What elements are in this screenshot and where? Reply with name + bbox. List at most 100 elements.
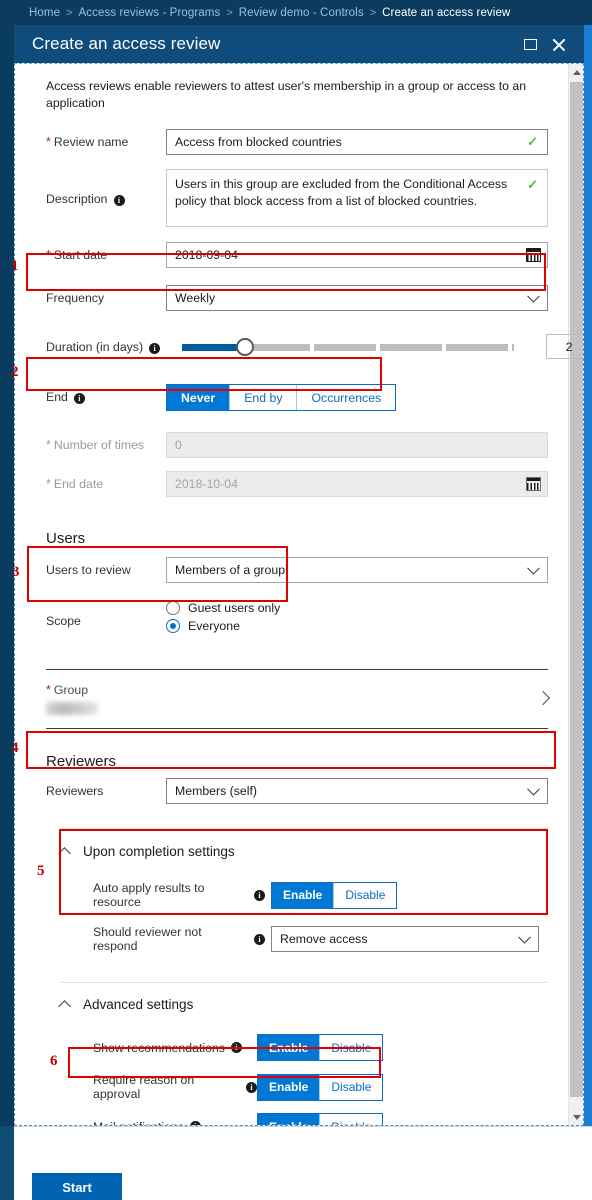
start-date-input[interactable]: 2018-09-04 — [166, 242, 548, 268]
info-icon[interactable]: i — [254, 933, 265, 945]
radio-guest-users-only[interactable] — [166, 601, 180, 615]
number-of-times-input: 0 — [166, 432, 548, 458]
info-icon[interactable]: i — [254, 889, 265, 901]
end-date-label: * End date — [46, 477, 104, 491]
should-not-respond-label: Should reviewer not respond i — [93, 925, 265, 953]
frequency-select[interactable]: Weekly — [166, 285, 548, 311]
left-nav-rail — [0, 0, 14, 1200]
reviewers-select[interactable]: Members (self) — [166, 778, 548, 804]
mail-notifications-enable[interactable]: Enable — [258, 1114, 321, 1125]
end-option-end-by[interactable]: End by — [230, 385, 298, 410]
field-row-review-name: * Review name Access from blocked countri… — [46, 129, 548, 155]
auto-apply-enable[interactable]: Enable — [272, 882, 335, 908]
chevron-down-icon — [527, 782, 540, 796]
breadcrumb-separator: > — [369, 6, 377, 19]
mail-notifications-disable[interactable]: Disable — [320, 1114, 383, 1125]
require-reason-disable[interactable]: Disable — [320, 1074, 383, 1100]
breadcrumb-item-access-reviews[interactable]: Access reviews - Programs — [79, 7, 221, 19]
should-not-respond-field-wrap: Remove access — [271, 926, 539, 952]
info-icon[interactable]: i — [246, 1081, 257, 1093]
end-option-occurrences[interactable]: Occurrences — [297, 385, 396, 410]
annotation-number-3: 3 — [12, 564, 20, 580]
scope-option-guest[interactable]: Guest users only — [166, 601, 548, 615]
section-toggle-advanced[interactable]: Advanced settings — [58, 997, 570, 1013]
start-date-value: 2018-09-04 — [175, 248, 238, 262]
close-icon — [551, 37, 566, 52]
field-row-require-reason: Require reason on approval i Enable Disab… — [93, 1073, 570, 1101]
should-not-respond-value: Remove access — [280, 932, 368, 946]
auto-apply-disable[interactable]: Disable — [334, 882, 397, 908]
field-row-show-recommendations: Show recommendations i Enable Disable — [93, 1034, 570, 1061]
slider-thumb[interactable] — [236, 337, 254, 356]
end-field-wrap: Never End by Occurrences — [166, 384, 548, 411]
end-option-never[interactable]: Never — [167, 385, 231, 410]
vertical-scrollbar[interactable] — [568, 64, 583, 1125]
users-to-review-value: Members of a group — [175, 563, 286, 577]
close-button[interactable] — [544, 30, 572, 58]
required-asterisk: * — [46, 248, 51, 262]
caret-up-icon — [58, 999, 71, 1013]
required-asterisk: * — [46, 477, 51, 491]
users-to-review-label: Users to review — [46, 563, 131, 577]
review-name-input[interactable]: Access from blocked countries ✓ — [166, 129, 548, 155]
chevron-down-icon — [518, 930, 531, 944]
review-name-label: * Review name — [46, 135, 129, 149]
require-reason-enable[interactable]: Enable — [258, 1074, 321, 1100]
breadcrumb-item-current: Create an access review — [382, 6, 511, 19]
duration-value-box[interactable]: 2 — [546, 334, 583, 359]
frequency-field-wrap: Weekly — [166, 285, 548, 311]
chevron-down-icon — [527, 289, 540, 303]
scope-option-everyone[interactable]: Everyone — [166, 619, 548, 633]
info-icon[interactable]: i — [230, 1042, 242, 1053]
field-row-description: Description i Users in this group are exc… — [46, 169, 548, 227]
number-of-times-label: * Number of times — [46, 438, 145, 452]
duration-slider[interactable] — [182, 337, 514, 357]
scope-field-wrap: Guest users only Everyone — [166, 601, 548, 637]
scroll-down-button[interactable] — [569, 1109, 583, 1125]
users-to-review-select[interactable]: Members of a group — [166, 557, 548, 583]
end-date-input: 2018-10-04 — [166, 471, 548, 497]
field-row-scope: Scope Guest users only Everyone — [46, 601, 548, 637]
required-asterisk: * — [46, 683, 51, 697]
info-icon[interactable]: i — [149, 343, 161, 354]
field-row-end-date: * End date 2018-10-04 — [46, 471, 548, 497]
end-date-value: 2018-10-04 — [175, 477, 238, 491]
scrollbar-thumb[interactable] — [570, 82, 583, 1097]
group-picker-row[interactable]: * Group — [46, 683, 551, 715]
field-row-mail-notifications: Mail notificationsi Enable Disable — [93, 1113, 570, 1125]
field-row-should-not-respond: Should reviewer not respond i Remove acce… — [93, 925, 570, 953]
review-name-field-wrap: Access from blocked countries ✓ — [166, 129, 548, 155]
section-toggle-upon-completion[interactable]: Upon completion settings — [58, 844, 570, 860]
reviewers-label: Reviewers — [46, 784, 104, 798]
show-recommendations-label: Show recommendations i — [93, 1041, 257, 1055]
show-recommendations-enable[interactable]: Enable — [258, 1035, 321, 1060]
breadcrumb-item-home[interactable]: Home — [29, 7, 60, 19]
scroll-up-button[interactable] — [569, 64, 583, 80]
upon-completion-title: Upon completion settings — [83, 844, 235, 859]
annotation-number-6: 6 — [50, 1053, 58, 1069]
breadcrumb-separator: > — [66, 6, 73, 19]
end-date-field-wrap: 2018-10-04 — [166, 471, 548, 497]
duration-label: Duration (in days) i — [46, 334, 182, 355]
divider-above-completion — [60, 828, 548, 829]
field-row-users-to-review: Users to review Members of a group — [46, 557, 548, 583]
advanced-title: Advanced settings — [83, 997, 194, 1012]
require-reason-label: Require reason on approval i — [93, 1073, 257, 1101]
start-button[interactable]: Start — [32, 1173, 122, 1200]
breadcrumb-item-review-demo[interactable]: Review demo - Controls — [239, 7, 364, 19]
require-reason-choice-group: Enable Disable — [257, 1073, 384, 1101]
radio-everyone[interactable] — [166, 619, 180, 633]
info-icon[interactable]: i — [73, 393, 85, 404]
end-choice-group: Never End by Occurrences — [166, 384, 397, 411]
valid-check-icon: ✓ — [527, 134, 538, 149]
should-not-respond-select[interactable]: Remove access — [271, 926, 539, 952]
info-icon[interactable]: i — [113, 195, 125, 206]
annotation-number-1: 1 — [11, 258, 19, 274]
intro-text: Access reviews enable reviewers to attes… — [46, 79, 527, 110]
calendar-icon[interactable] — [526, 248, 541, 262]
blade-accent-strip-top — [584, 25, 592, 63]
description-input[interactable]: Users in this group are excluded from th… — [166, 169, 548, 227]
show-recommendations-disable[interactable]: Disable — [320, 1035, 383, 1060]
description-field-wrap: Users in this group are excluded from th… — [166, 169, 548, 227]
maximize-button[interactable] — [516, 30, 544, 58]
